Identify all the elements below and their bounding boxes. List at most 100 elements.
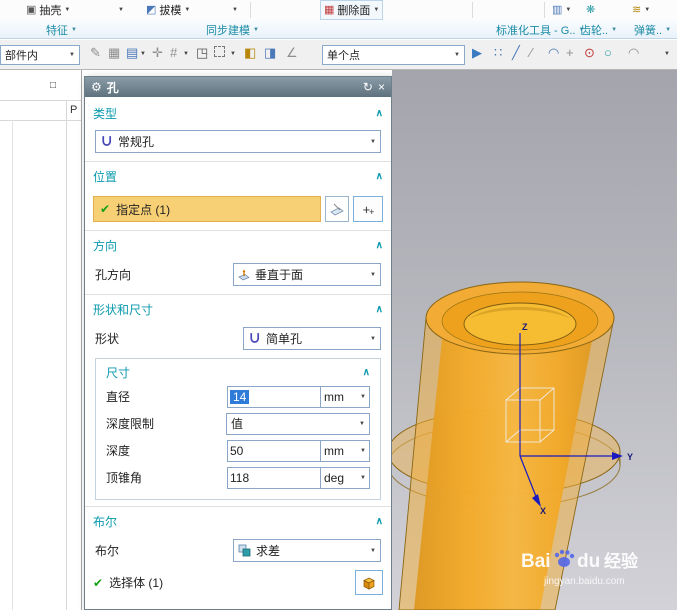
dimensions-header[interactable]: 尺寸 ∧ [106, 361, 370, 383]
chevron-down-icon[interactable]: ▼ [183, 51, 189, 57]
group-std-tools[interactable]: 标准化工具 - G.. ▼ [496, 22, 584, 38]
shell-icon: ▣ [26, 3, 37, 16]
window-restore-icon[interactable]: □ [50, 80, 56, 91]
gear-command[interactable]: ❋ [586, 0, 595, 20]
depth-label: 深度 [106, 444, 131, 458]
section-shape-header[interactable]: 形状和尺寸 ∧ [93, 297, 383, 321]
snap-two-points-icon[interactable]: ∷ [494, 46, 502, 59]
depth-limit-combo[interactable]: 值 ▼ [226, 412, 370, 435]
spring-command[interactable]: ≋ ▼ [632, 0, 650, 20]
chevron-down-icon[interactable]: ▼ [565, 7, 571, 13]
depth-limit-label: 深度限制 [106, 417, 155, 431]
solid-body-icon[interactable]: ◧ [244, 46, 256, 59]
chevron-down-icon[interactable]: ▼ [232, 7, 238, 13]
chevron-down-icon[interactable]: ▼ [253, 27, 259, 33]
chevron-down-icon: ▼ [360, 393, 366, 400]
point-method-combo[interactable]: 单个点 ▼ [322, 45, 465, 65]
chevron-down-icon[interactable]: ▼ [665, 27, 671, 33]
chevron-down-icon: ▼ [360, 474, 366, 481]
collapse-chevron-icon[interactable]: ∧ [376, 240, 383, 251]
delete-face-command[interactable]: ▦ 删除面 ▼ [320, 0, 384, 20]
solid-cube-icon [363, 577, 375, 590]
depth-unit-combo[interactable]: mm ▼ [320, 439, 370, 462]
ribbon-row2: 特征 ▼ 同步建模 ▼ 标准化工具 - G.. ▼ 齿轮.. ▼ 弹簧.. ▼ [0, 20, 677, 39]
chevron-down-icon[interactable]: ▼ [118, 7, 124, 13]
group-feature[interactable]: 特征 ▼ [46, 22, 77, 38]
tip-angle-input[interactable]: 118 [227, 466, 321, 489]
chevron-down-icon[interactable]: ▼ [664, 51, 670, 57]
snap-center-icon[interactable]: ⊙ [584, 46, 595, 59]
boolean-combo[interactable]: 求差 ▼ [233, 539, 381, 562]
chevron-down-icon[interactable]: ▼ [140, 51, 146, 57]
z-axis-label: Z [522, 322, 528, 332]
chevron-down-icon[interactable]: ▼ [611, 27, 617, 33]
chevron-down-icon[interactable]: ▼ [184, 7, 190, 13]
divider [0, 100, 81, 101]
section-boolean-header[interactable]: 布尔 ∧ [93, 509, 383, 533]
section-separator [85, 506, 391, 507]
section-position-header[interactable]: 位置 ∧ [93, 164, 383, 188]
group-gear[interactable]: 齿轮.. ▼ [580, 22, 617, 38]
direction-header-label: 方向 [93, 238, 118, 253]
sketch-plane-icon [330, 203, 344, 216]
group-sync-modeling[interactable]: 同步建模 ▼ [206, 22, 259, 38]
depth-input[interactable]: 50 [227, 439, 321, 462]
boolean-header-label: 布尔 [93, 514, 118, 529]
angle-snap-icon[interactable]: ∠ [286, 46, 298, 59]
chevron-down-icon: ▼ [370, 271, 376, 278]
collapse-chevron-icon[interactable]: ∧ [376, 171, 383, 182]
section-type-header[interactable]: 类型 ∧ [93, 101, 383, 125]
diameter-unit-combo[interactable]: mm ▼ [320, 385, 370, 408]
hash-grid-icon[interactable]: # [170, 46, 177, 59]
snap-endpoint-icon[interactable]: ╱ [512, 46, 520, 59]
datum-grid-icon[interactable]: ▦ [108, 46, 120, 59]
chevron-down-icon: ▼ [370, 547, 376, 554]
snap-arc-icon[interactable]: ◠ [548, 46, 559, 59]
chevron-down-icon[interactable]: ▼ [71, 27, 77, 33]
specify-point-field[interactable]: ✔ 指定点 (1) [93, 196, 321, 222]
collapse-chevron-icon[interactable]: ∧ [376, 304, 383, 315]
hole-direction-combo[interactable]: 垂直于面 ▼ [233, 263, 381, 286]
reset-icon[interactable]: ↻ [363, 80, 373, 94]
snap-midpoint-icon[interactable]: ∕ [530, 46, 532, 59]
sketch-icon[interactable]: ✎ [90, 46, 101, 59]
draft-command[interactable]: ◩ 拔模 ▼ [146, 0, 190, 20]
tip-angle-row: 顶锥角 118 deg ▼ [106, 464, 370, 491]
ribbon-separator [472, 2, 473, 18]
point-dialog-button[interactable]: + + [353, 196, 383, 222]
group-spring[interactable]: 弹簧.. ▼ [634, 22, 671, 38]
dialog-titlebar[interactable]: ⚙ 孔 ↻ × [85, 77, 391, 97]
scope-combo[interactable]: 部件内 ▼ [0, 45, 80, 65]
section-direction-header[interactable]: 方向 ∧ [93, 233, 383, 257]
sketch-section-button[interactable] [325, 196, 349, 222]
close-icon[interactable]: × [378, 80, 385, 94]
hole-type-combo[interactable]: 常规孔 ▼ [95, 130, 381, 153]
marquee-select-icon[interactable] [214, 46, 225, 59]
collapse-chevron-icon[interactable]: ∧ [363, 367, 370, 378]
view-cube-icon[interactable]: ◳ [196, 46, 208, 59]
hole-direction-label: 孔方向 [95, 268, 132, 282]
std-tools-command[interactable]: ▥ ▼ [552, 0, 571, 20]
select-body-button[interactable] [355, 570, 383, 595]
collapse-chevron-icon[interactable]: ∧ [376, 108, 383, 119]
chevron-down-icon[interactable]: ▼ [230, 51, 236, 57]
chevron-down-icon[interactable]: ▼ [644, 7, 650, 13]
snap-intersection-icon[interactable]: + [566, 46, 574, 59]
apply-arrow-icon[interactable]: ▶ [472, 46, 482, 59]
chevron-down-icon[interactable]: ▼ [373, 7, 379, 13]
chevron-down-icon[interactable]: ▼ [64, 7, 70, 13]
scope-value: 部件内 [5, 50, 38, 62]
plus-small-icon: + [369, 206, 374, 217]
shape-combo[interactable]: 简单孔 ▼ [243, 327, 381, 350]
diameter-input[interactable]: 14 [227, 385, 321, 408]
snap-quadrant-icon[interactable]: ◠ [628, 46, 639, 59]
shell-command[interactable]: ▣ 抽壳 ▼ [26, 0, 70, 20]
tip-angle-unit-combo[interactable]: deg ▼ [320, 466, 370, 489]
collapse-chevron-icon[interactable]: ∧ [376, 516, 383, 527]
graphics-window[interactable]: Z Y X Bai du 经验 jingyan.baidu.com [387, 70, 677, 610]
snap-circle-icon[interactable]: ○ [604, 46, 612, 59]
navigator-column-header[interactable]: P [70, 104, 77, 116]
shaded-body-icon[interactable]: ◨ [264, 46, 276, 59]
pattern-icon[interactable]: ▤ [126, 46, 138, 59]
axis-icon[interactable]: ✛ [152, 46, 163, 59]
